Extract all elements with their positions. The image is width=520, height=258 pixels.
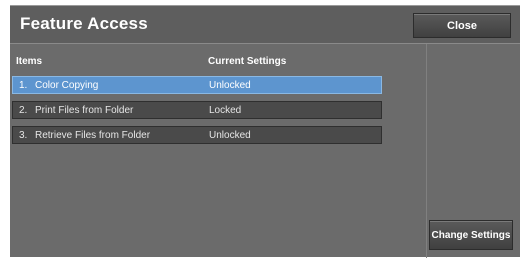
- table-row-color-copying[interactable]: 1. Color Copying Unlocked: [12, 76, 382, 94]
- column-header-current-settings: Current Settings: [208, 56, 287, 67]
- row-current-setting: Unlocked: [209, 130, 251, 141]
- header-bar: Feature Access Close: [10, 6, 520, 44]
- table-row-print-files-from-folder[interactable]: 2. Print Files from Folder Locked: [12, 101, 382, 119]
- row-number: 2.: [19, 105, 28, 116]
- close-button[interactable]: Close: [413, 13, 511, 38]
- row-number: 3.: [19, 130, 28, 141]
- row-item-name: Color Copying: [35, 80, 99, 91]
- panel-divider: [426, 44, 427, 258]
- row-current-setting: Locked: [209, 105, 242, 116]
- row-item-name: Print Files from Folder: [35, 105, 134, 116]
- table-row-retrieve-files-from-folder[interactable]: 3. Retrieve Files from Folder Unlocked: [12, 126, 382, 144]
- row-number: 1.: [19, 80, 28, 91]
- change-settings-button[interactable]: Change Settings: [429, 220, 513, 250]
- column-header-items: Items: [16, 56, 43, 67]
- page-title: Feature Access: [20, 14, 148, 33]
- row-current-setting: Unlocked: [209, 80, 251, 91]
- row-item-name: Retrieve Files from Folder: [35, 130, 151, 141]
- feature-access-screen: Feature Access Close Items Current Setti…: [10, 5, 520, 258]
